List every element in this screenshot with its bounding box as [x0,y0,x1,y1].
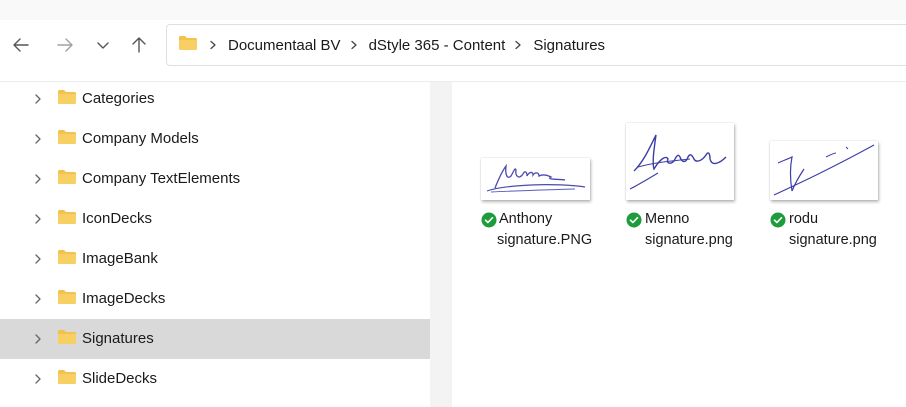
sidebar-item-imagebank[interactable]: ImageBank [0,239,430,279]
chevron-right-icon[interactable] [31,132,45,146]
synced-check-icon [481,212,497,228]
sidebar-item-label: IconDecks [82,210,153,227]
breadcrumb-item-documentaal[interactable]: Documentaal BV [228,37,341,54]
chevron-right-icon[interactable] [31,292,45,306]
back-arrow-icon [11,35,31,55]
file-name-line2: signature.png [645,232,733,248]
folder-icon [57,289,77,309]
pane-splitter[interactable] [430,82,452,407]
folder-icon [178,35,198,55]
recent-locations-button[interactable] [91,33,115,57]
chevron-right-icon[interactable] [31,332,45,346]
signature-thumbnail[interactable] [626,123,734,200]
forward-button[interactable] [53,33,77,57]
sidebar-item-label: Company Models [82,130,199,147]
folder-icon [57,209,77,229]
back-button[interactable] [9,33,33,57]
sidebar-item-company-textelements[interactable]: Company TextElements [0,159,430,199]
up-button[interactable] [127,33,151,57]
address-toolbar: Documentaal BV dStyle 365 - Content Sign… [0,0,906,82]
file-name-line1: Menno [645,211,690,227]
address-bar[interactable]: Documentaal BV dStyle 365 - Content Sign… [166,24,906,66]
chevron-down-icon [95,37,111,53]
breadcrumb-item-signatures[interactable]: Signatures [533,37,605,54]
chevron-right-icon[interactable] [31,92,45,106]
toolbar-strip [0,0,906,20]
breadcrumb-chevron-icon[interactable] [208,40,218,50]
file-name-line1: Anthony [499,211,553,227]
signature-thumbnail[interactable] [770,141,878,200]
sidebar-item-label: Signatures [82,330,154,347]
breadcrumb-chevron-icon[interactable] [349,40,359,50]
navigation-pane: Categories Company Models Company TextEl… [0,82,430,407]
file-name-line2: signature.png [789,232,877,248]
folder-icon [57,249,77,269]
sidebar-item-imagedecks[interactable]: ImageDecks [0,279,430,319]
chevron-right-icon[interactable] [31,252,45,266]
sidebar-item-label: ImageDecks [82,290,166,307]
file-name-line1: rodu [789,211,819,227]
signature-thumbnail[interactable] [481,158,590,200]
file-list: Anthony signature.PNG Menno signature.pn… [452,82,906,407]
sidebar-item-signatures[interactable]: Signatures [0,319,430,359]
synced-check-icon [626,212,642,228]
folder-icon [57,129,77,149]
chevron-right-icon[interactable] [31,172,45,186]
sidebar-item-label: Company TextElements [82,170,241,187]
chevron-right-icon[interactable] [31,212,45,226]
sidebar-item-categories[interactable]: Categories [0,79,430,119]
breadcrumb-item-dstyle[interactable]: dStyle 365 - Content [369,37,506,54]
forward-arrow-icon [55,35,75,55]
sidebar-item-label: ImageBank [82,250,158,267]
folder-icon [57,169,77,189]
signature-image [486,163,586,193]
signature-image [629,134,727,190]
sidebar-item-label: Categories [82,90,155,107]
up-arrow-icon [129,35,149,55]
folder-icon [57,329,77,349]
breadcrumb-chevron-icon[interactable] [513,40,523,50]
synced-check-icon [770,212,786,228]
sidebar-item-company-models[interactable]: Company Models [0,119,430,159]
folder-icon [57,89,77,109]
sidebar-item-label: SlideDecks [82,370,158,387]
folder-icon [57,369,77,389]
signature-image [773,144,875,196]
chevron-right-icon[interactable] [31,372,45,386]
sidebar-item-slidedecks[interactable]: SlideDecks [0,359,430,399]
file-name-line2: signature.PNG [497,232,593,248]
sidebar-item-icondecks[interactable]: IconDecks [0,199,430,239]
